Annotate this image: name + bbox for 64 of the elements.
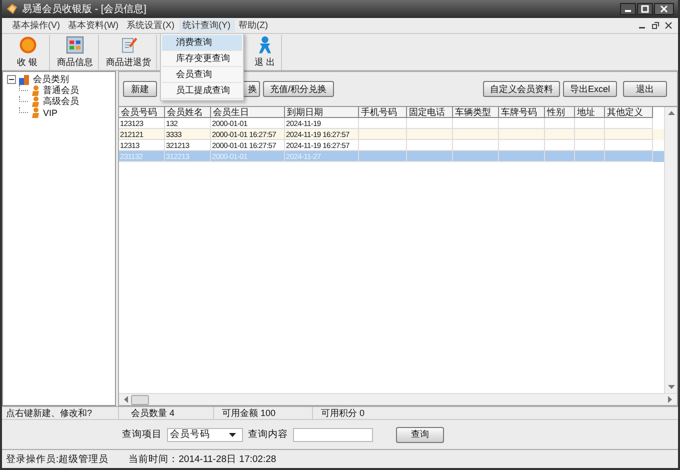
action-button[interactable]: 新建 xyxy=(123,81,157,97)
column-header[interactable]: 会员姓名 xyxy=(165,107,211,118)
close-icon[interactable] xyxy=(665,22,672,29)
toolbar-button[interactable]: 商品进退货 xyxy=(101,35,157,70)
menu-item[interactable]: 帮助(Z) xyxy=(234,19,272,32)
tree-item[interactable]: 高级会员 xyxy=(43,95,79,108)
person-icon xyxy=(31,96,40,107)
column-header[interactable]: 车牌号码 xyxy=(499,107,545,118)
scroll-left-icon[interactable] xyxy=(123,396,128,403)
person-icon xyxy=(31,107,40,118)
column-header[interactable]: 车辆类型 xyxy=(453,107,499,118)
window-title: 易通会员收银版 - [会员信息] xyxy=(22,2,146,16)
maximize-icon[interactable] xyxy=(637,3,653,15)
query-item-dropdown[interactable]: 会员号码 xyxy=(167,428,243,442)
person-icon xyxy=(31,85,40,96)
menu-item[interactable]: 基本资料(W) xyxy=(64,19,122,32)
column-header[interactable]: 其他定义 xyxy=(605,107,653,118)
toolbar-button[interactable]: 收 银 xyxy=(6,35,50,70)
restore-icon[interactable] xyxy=(652,22,659,29)
grid-icon xyxy=(65,36,85,54)
caret-icon xyxy=(229,432,236,436)
action-button[interactable]: 导出Excel xyxy=(562,81,617,97)
tree-item[interactable]: 普通会员 xyxy=(43,84,79,97)
toolbar-button[interactable]: 退 出 xyxy=(249,35,282,70)
status-text: 会员数量 4 xyxy=(119,406,214,420)
status-text: 可用积分 0 xyxy=(320,406,366,420)
action-button[interactable]: 退出 xyxy=(623,81,667,97)
menu-item[interactable]: 库存变更查询 xyxy=(162,51,242,67)
action-button[interactable]: 充值/积分兑换 xyxy=(263,81,334,97)
scroll-up-icon[interactable] xyxy=(668,110,674,115)
column-header[interactable]: 到期日期 xyxy=(285,107,359,118)
minimize-icon[interactable] xyxy=(620,3,636,15)
tree-item[interactable]: 会员类别 xyxy=(33,73,69,86)
column-header[interactable]: 会员生日 xyxy=(211,107,285,118)
field-label: 查询内容 xyxy=(248,428,288,441)
close-icon[interactable] xyxy=(654,3,674,15)
app-icon xyxy=(6,3,18,15)
operator-text: 登录操作员:超级管理员 xyxy=(6,452,109,466)
column-header[interactable]: 固定电话 xyxy=(407,107,453,118)
vertical-scrollbar[interactable] xyxy=(664,107,677,393)
scroll-right-icon[interactable] xyxy=(668,396,673,403)
menu-item[interactable]: 系统设置(X) xyxy=(122,19,178,32)
status-text: 可用金额 100 xyxy=(214,406,313,420)
toolbar-button[interactable]: 商品信息 xyxy=(52,35,99,70)
collapse-icon[interactable] xyxy=(7,75,16,84)
query-button[interactable]: 查询 xyxy=(396,426,444,442)
action-button[interactable]: 自定义会员资料 xyxy=(482,81,560,97)
menu-item[interactable]: 基本操作(V) xyxy=(8,19,64,32)
status-text: 点右键新建、修改和? xyxy=(2,406,119,420)
scroll-thumb[interactable] xyxy=(131,394,149,404)
field-label: 查询项目 xyxy=(122,428,162,441)
tree-item[interactable]: VIP xyxy=(43,108,58,118)
menu-item[interactable]: 员工提成查询 xyxy=(162,83,242,99)
menu-item[interactable]: 统计查询(Y) xyxy=(178,19,234,32)
column-header[interactable]: 性别 xyxy=(545,107,575,118)
horizontal-scrollbar[interactable] xyxy=(119,393,677,405)
column-header[interactable]: 会员号码 xyxy=(119,107,165,118)
menu-item[interactable]: 会员查询 xyxy=(162,67,242,83)
scroll-down-icon[interactable] xyxy=(668,385,674,390)
query-input-field[interactable] xyxy=(293,428,373,442)
column-header[interactable]: 手机号码 xyxy=(359,107,407,118)
menu-item[interactable]: 消费查询 xyxy=(162,35,242,51)
current-time-text: 当前时间：2014-11-28日 17:02:28 xyxy=(128,452,276,466)
column-header[interactable]: 地址 xyxy=(575,107,605,118)
